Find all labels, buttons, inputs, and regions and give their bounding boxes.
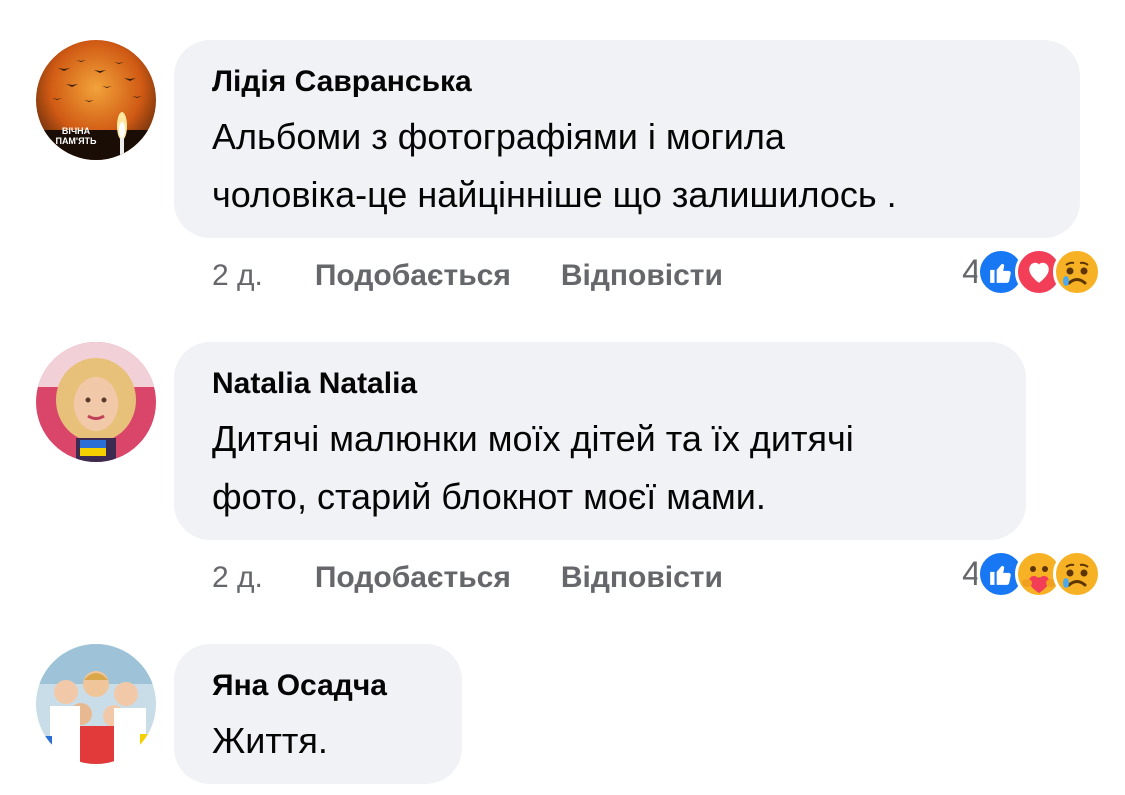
avatar[interactable]: ВІЧНА ПАМ'ЯТЬ — [36, 40, 156, 160]
like-button[interactable]: Подобається — [315, 259, 511, 293]
avatar-memorial-image: ВІЧНА ПАМ'ЯТЬ — [36, 40, 156, 160]
comment-author[interactable]: Яна Осадча — [212, 668, 424, 704]
avatar[interactable] — [36, 342, 156, 462]
comment-text-line: фото, старий блокнот моєї мами. — [212, 476, 766, 517]
reaction-summary[interactable]: 4 — [962, 244, 1101, 300]
reaction-summary[interactable]: 4 — [962, 546, 1101, 602]
comment-author[interactable]: Лідія Савранська — [212, 64, 1042, 100]
comment-author[interactable]: Natalia Natalia — [212, 366, 988, 402]
sad-icon — [1053, 248, 1101, 296]
reply-button[interactable]: Відповісти — [561, 561, 723, 595]
comment-bubble: Яна Осадча Життя. — [174, 644, 462, 784]
avatar[interactable] — [36, 644, 156, 764]
avatar-caption-line1: ВІЧНА — [62, 126, 91, 136]
comment-timestamp[interactable]: 2 д. — [212, 561, 263, 595]
comment-text-line: чоловіка-це найцінніше що залишилось . — [212, 174, 897, 215]
sad-icon — [1053, 550, 1101, 598]
comment-bubble: Лідія Савранська Альбоми з фотографіями … — [174, 40, 1080, 238]
comment-actions: 2 д. Подобається Відповісти — [212, 556, 773, 600]
comment-bubble: Natalia Natalia Дитячі малюнки моїх діте… — [174, 342, 1026, 540]
comment-timestamp[interactable]: 2 д. — [212, 259, 263, 293]
comment-text-line: Альбоми з фотографіями і могила — [212, 116, 785, 157]
comment-text-line: Дитячі малюнки моїх дітей та їх дитячі — [212, 418, 854, 459]
comment-text-line: Життя. — [212, 720, 328, 761]
avatar-caption-line2: ПАМ'ЯТЬ — [55, 136, 97, 146]
reply-button[interactable]: Відповісти — [561, 259, 723, 293]
like-button[interactable]: Подобається — [315, 561, 511, 595]
avatar-group-photo — [36, 644, 156, 764]
avatar-photo — [36, 342, 156, 462]
comment-actions: 2 д. Подобається Відповісти — [212, 254, 773, 298]
